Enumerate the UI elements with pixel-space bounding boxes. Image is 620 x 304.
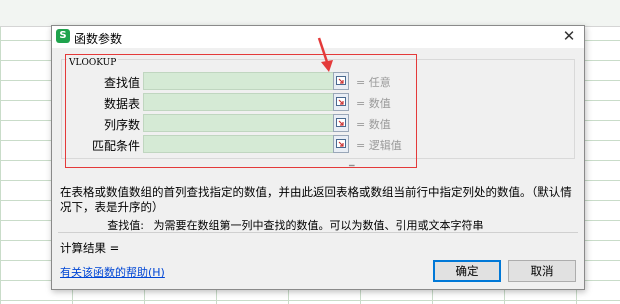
annotation-arrow-icon (317, 37, 333, 72)
divider (58, 232, 578, 233)
close-icon[interactable]: ✕ (560, 27, 578, 45)
param-help-name: 查找值: (107, 219, 144, 232)
param-help-text: 为需要在数组第一列中查找的数值。可以为数值、引用或文本字符串 (153, 219, 484, 232)
ok-button[interactable]: 确定 (433, 260, 501, 282)
spreadsheet-toolbar-band (0, 0, 620, 27)
dialog-title: 函数参数 (74, 32, 123, 46)
param-help: 查找值: 为需要在数组第一列中查找的数值。可以为数值、引用或文本字符串 (60, 217, 580, 233)
function-help-link[interactable]: 有关该函数的帮助(H) (60, 264, 165, 280)
calc-result: 计算结果 = (60, 241, 120, 255)
function-description: 在表格或数值数组的首列查找指定的数值，并由此返回表格或数组当前行中指定列处的数值… (60, 185, 572, 214)
annotation-highlight-box (65, 54, 417, 168)
cancel-button[interactable]: 取消 (508, 260, 576, 282)
wps-app-icon: S (56, 29, 70, 43)
